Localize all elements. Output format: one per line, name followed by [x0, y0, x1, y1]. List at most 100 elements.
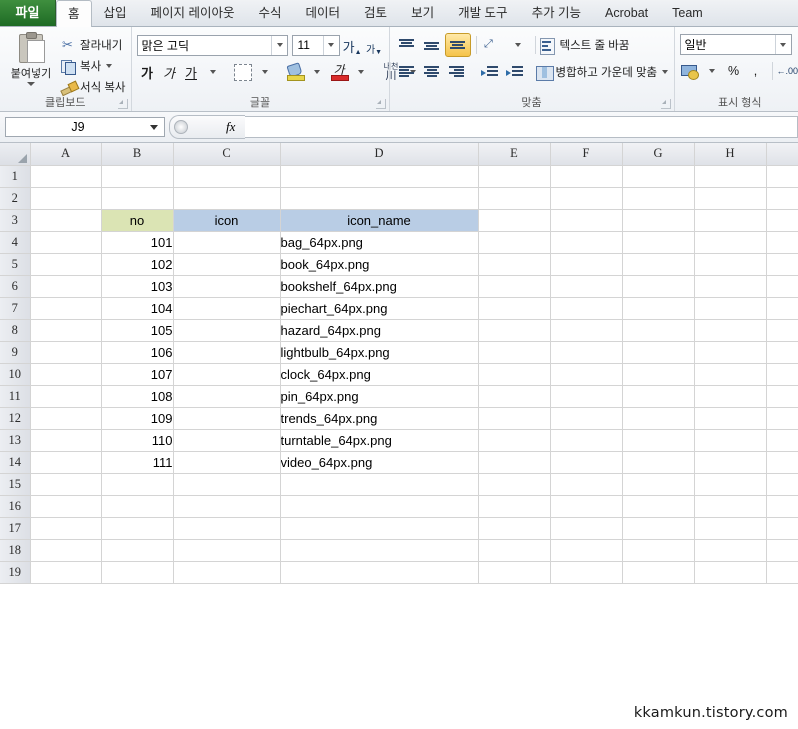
- cell-C5[interactable]: [173, 253, 281, 276]
- cell-D14[interactable]: video_64px.png: [280, 451, 479, 474]
- cell-E4[interactable]: [478, 231, 551, 254]
- row-header-13[interactable]: 13: [0, 429, 31, 452]
- cell-A13[interactable]: [30, 429, 102, 452]
- row-header-2[interactable]: 2: [0, 187, 31, 210]
- cell-H3[interactable]: [694, 209, 767, 232]
- cell-I13[interactable]: [766, 429, 798, 452]
- wrap-text-button[interactable]: 텍스트 줄 바꿈: [539, 34, 629, 56]
- font-color-button[interactable]: 가: [329, 62, 350, 83]
- cell-H2[interactable]: [694, 187, 767, 210]
- orientation-dropdown[interactable]: [506, 34, 530, 56]
- cell-H10[interactable]: [694, 363, 767, 386]
- cell-D8[interactable]: hazard_64px.png: [280, 319, 479, 342]
- cell-E9[interactable]: [478, 341, 551, 364]
- cell-G15[interactable]: [622, 473, 695, 496]
- cell-D6[interactable]: bookshelf_64px.png: [280, 275, 479, 298]
- cell-B17[interactable]: [101, 517, 174, 540]
- tab-7[interactable]: 개발 도구: [446, 0, 519, 26]
- cell-B16[interactable]: [101, 495, 174, 518]
- cell-B5[interactable]: 102: [101, 253, 174, 276]
- cell-F1[interactable]: [550, 165, 623, 188]
- cell-H15[interactable]: [694, 473, 767, 496]
- column-header-H[interactable]: H: [694, 143, 767, 166]
- cell-B6[interactable]: 103: [101, 275, 174, 298]
- font-size-combo[interactable]: 11: [292, 34, 340, 56]
- cell-H1[interactable]: [694, 165, 767, 188]
- cell-G14[interactable]: [622, 451, 695, 474]
- cell-C12[interactable]: [173, 407, 281, 430]
- cell-D16[interactable]: [280, 495, 479, 518]
- font-color-dropdown[interactable]: [351, 62, 372, 83]
- cell-B12[interactable]: 109: [101, 407, 174, 430]
- cell-C16[interactable]: [173, 495, 281, 518]
- cell-E14[interactable]: [478, 451, 551, 474]
- cell-G10[interactable]: [622, 363, 695, 386]
- cell-F11[interactable]: [550, 385, 623, 408]
- cell-G9[interactable]: [622, 341, 695, 364]
- cell-I12[interactable]: [766, 407, 798, 430]
- table-row[interactable]: 7 104 piechart_64px.png: [0, 297, 798, 320]
- cell-F9[interactable]: [550, 341, 623, 364]
- cell-C17[interactable]: [173, 517, 281, 540]
- cell-H16[interactable]: [694, 495, 767, 518]
- row-header-6[interactable]: 6: [0, 275, 31, 298]
- chevron-down-icon[interactable]: [662, 70, 669, 74]
- cell-I4[interactable]: [766, 231, 798, 254]
- cell-G5[interactable]: [622, 253, 695, 276]
- cell-F13[interactable]: [550, 429, 623, 452]
- cell-D5[interactable]: book_64px.png: [280, 253, 479, 276]
- select-all-corner[interactable]: [0, 143, 31, 166]
- table-row[interactable]: 1: [0, 165, 798, 188]
- comma-format-button[interactable]: ,: [746, 61, 766, 82]
- table-row[interactable]: 18: [0, 539, 798, 562]
- cell-I2[interactable]: [766, 187, 798, 210]
- cut-button[interactable]: 잘라내기: [57, 34, 126, 55]
- cell-G7[interactable]: [622, 297, 695, 320]
- tab-5[interactable]: 검토: [352, 0, 399, 26]
- cell-C4[interactable]: [173, 231, 281, 254]
- cell-D19[interactable]: [280, 561, 479, 584]
- column-header-F[interactable]: F: [550, 143, 623, 166]
- chevron-down-icon[interactable]: [150, 124, 158, 130]
- header-cell-D3[interactable]: icon_name: [280, 209, 479, 232]
- table-row[interactable]: 3 no icon icon_name: [0, 209, 798, 232]
- merge-center-button[interactable]: 병합하고 가운데 맞춤: [535, 61, 669, 83]
- row-header-1[interactable]: 1: [0, 165, 31, 188]
- cell-G2[interactable]: [622, 187, 695, 210]
- cell-B19[interactable]: [101, 561, 174, 584]
- table-row[interactable]: 17: [0, 517, 798, 540]
- row-header-14[interactable]: 14: [0, 451, 31, 474]
- cell-C10[interactable]: [173, 363, 281, 386]
- cell-E11[interactable]: [478, 385, 551, 408]
- cell-G3[interactable]: [622, 209, 695, 232]
- cell-E13[interactable]: [478, 429, 551, 452]
- cell-H17[interactable]: [694, 517, 767, 540]
- cell-C6[interactable]: [173, 275, 281, 298]
- cell-G19[interactable]: [622, 561, 695, 584]
- formula-input[interactable]: [245, 116, 798, 138]
- cell-H5[interactable]: [694, 253, 767, 276]
- cell-C13[interactable]: [173, 429, 281, 452]
- column-header-D[interactable]: D: [280, 143, 479, 166]
- cell-F16[interactable]: [550, 495, 623, 518]
- cell-E16[interactable]: [478, 495, 551, 518]
- cell-C1[interactable]: [173, 165, 281, 188]
- cell-D15[interactable]: [280, 473, 479, 496]
- cell-H6[interactable]: [694, 275, 767, 298]
- cell-B10[interactable]: 107: [101, 363, 174, 386]
- tab-8[interactable]: 추가 기능: [520, 0, 593, 26]
- cell-D11[interactable]: pin_64px.png: [280, 385, 479, 408]
- cell-E2[interactable]: [478, 187, 551, 210]
- column-header-B[interactable]: B: [101, 143, 174, 166]
- fill-color-button[interactable]: [285, 61, 306, 83]
- number-format-combo[interactable]: 일반: [679, 34, 792, 55]
- align-left-button[interactable]: [395, 61, 419, 83]
- cell-F8[interactable]: [550, 319, 623, 342]
- bold-button[interactable]: 가: [137, 62, 158, 83]
- cell-D12[interactable]: trends_64px.png: [280, 407, 479, 430]
- row-header-8[interactable]: 8: [0, 319, 31, 342]
- underline-button[interactable]: 가: [181, 62, 202, 83]
- row-header-10[interactable]: 10: [0, 363, 31, 386]
- tab-file[interactable]: 파일: [0, 0, 56, 26]
- cell-A17[interactable]: [30, 517, 102, 540]
